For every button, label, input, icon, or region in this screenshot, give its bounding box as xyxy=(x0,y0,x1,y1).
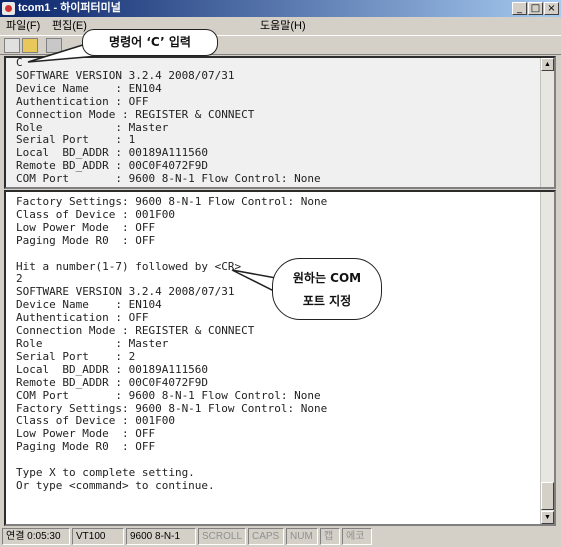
command-input-callout: 명령어 ‘C’ 입력 xyxy=(82,29,218,56)
com-callout-tail xyxy=(231,269,277,294)
com-port-callout: 원하는 COM 포트 지정 xyxy=(272,258,382,320)
com-callout-line2: 포트 지정 xyxy=(302,294,352,308)
hyperterminal-window: tcom1 - 하이퍼터미널 _ □ × 파일(F) 편집(E) 도움말(H) … xyxy=(0,0,561,547)
com-callout-line1: 원하는 COM xyxy=(292,271,362,285)
